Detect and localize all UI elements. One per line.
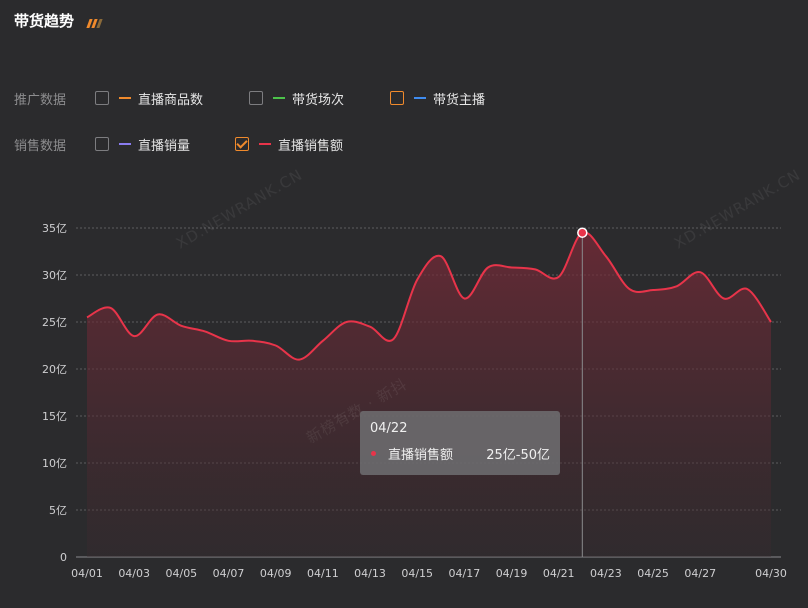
x-tick-label: 04/05: [165, 567, 197, 580]
chart-tooltip: 04/22 直播销售额 25亿-50亿: [360, 411, 560, 475]
tooltip-value: 25亿-50亿: [486, 448, 550, 463]
sales-trend-chart[interactable]: 0 5亿 10亿 15亿 20亿 25亿 30亿 35亿 04/01 04/03 04/05 04/0…: [0, 0, 808, 608]
x-tick-label: 04/11: [307, 567, 339, 580]
y-tick-label: 20亿: [42, 363, 67, 376]
x-tick-label: 04/15: [401, 567, 433, 580]
y-tick-label: 0: [60, 551, 67, 564]
y-tick-label: 30亿: [42, 269, 67, 282]
y-tick-label: 15亿: [42, 410, 67, 423]
y-tick-label: 10亿: [42, 457, 67, 470]
tooltip-date: 04/22: [370, 421, 408, 436]
y-tick-label: 25亿: [42, 316, 67, 329]
x-tick-label: 04/17: [449, 567, 481, 580]
y-tick-label: 5亿: [49, 504, 67, 517]
x-tick-label: 04/03: [118, 567, 150, 580]
x-tick-label: 04/23: [590, 567, 622, 580]
tooltip-series-dot: [371, 451, 376, 456]
series-area: [87, 232, 771, 557]
x-tick-label: 04/19: [496, 567, 528, 580]
x-tick-label: 04/21: [543, 567, 575, 580]
y-tick-label: 35亿: [42, 222, 67, 235]
tooltip-series-name: 直播销售额: [388, 448, 454, 463]
x-tick-label: 04/30: [755, 567, 787, 580]
x-tick-label: 04/07: [213, 567, 245, 580]
x-tick-label: 04/01: [71, 567, 103, 580]
x-tick-label: 04/25: [637, 567, 669, 580]
tooltip-row: 直播销售额 25亿-50亿: [370, 444, 550, 463]
x-tick-label: 04/27: [684, 567, 716, 580]
highlight-point: [577, 227, 588, 238]
x-tick-label: 04/13: [354, 567, 386, 580]
x-tick-label: 04/09: [260, 567, 292, 580]
